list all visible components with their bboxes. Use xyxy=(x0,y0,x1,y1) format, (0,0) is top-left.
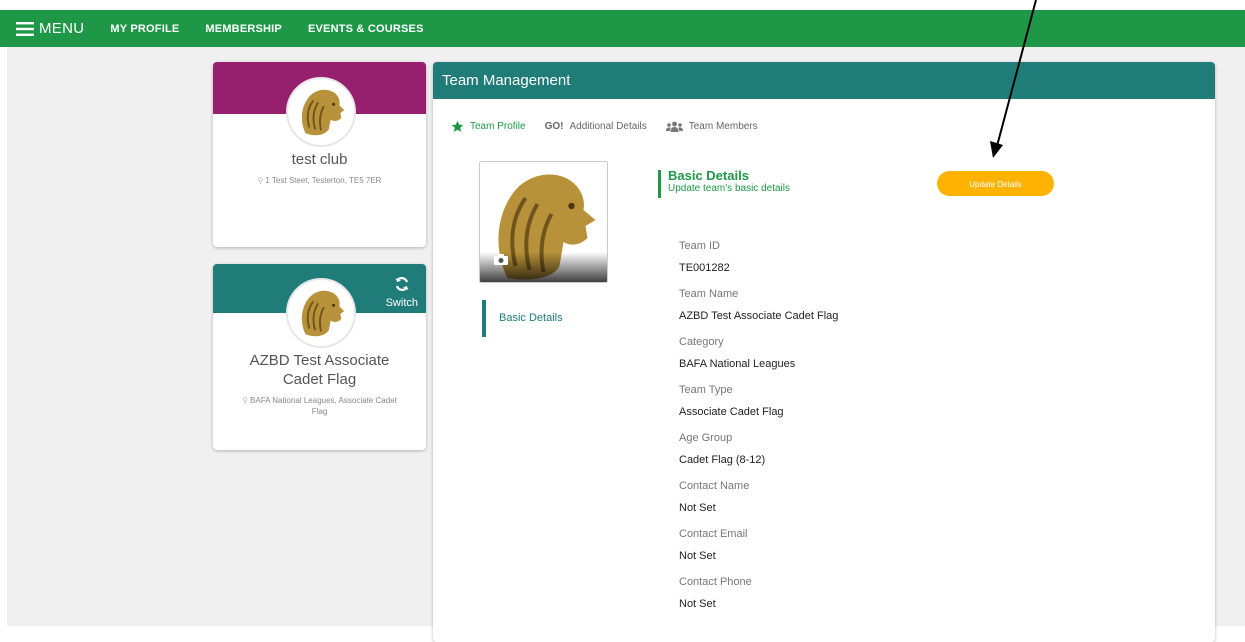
tab-team-members-label: Team Members xyxy=(688,121,758,132)
tab-team-members[interactable]: Team Members xyxy=(665,121,758,132)
top-nav-bar: MENU MY PROFILE MEMBERSHIP EVENTS & COUR… xyxy=(0,10,1245,47)
team-management-panel: Team Management Team Profile GO! Additio… xyxy=(433,62,1215,642)
field-label: Team ID xyxy=(679,240,720,252)
field-value: TE001282 xyxy=(679,262,730,274)
profile-tabs: Team Profile GO! Additional Details Team… xyxy=(451,120,777,133)
page-content: test club ⚲ 1 Test Steet, Testerton, TE5 … xyxy=(7,47,1245,642)
club-avatar xyxy=(286,77,356,147)
field-team-name: Team Name AZBD Test Associate Cadet Flag xyxy=(679,287,1079,335)
field-label: Contact Email xyxy=(679,528,748,540)
field-age-group: Age Group Cadet Flag (8-12) xyxy=(679,431,1079,479)
club-card: test club ⚲ 1 Test Steet, Testerton, TE5 … xyxy=(213,62,426,247)
tab-additional-details[interactable]: GO! Additional Details xyxy=(545,121,647,132)
field-value: Cadet Flag (8-12) xyxy=(679,454,766,466)
tab-team-profile[interactable]: Team Profile xyxy=(451,120,526,133)
field-contact-email: Contact Email Not Set xyxy=(679,527,1079,575)
field-contact-phone: Contact Phone Not Set xyxy=(679,575,1079,623)
field-label: Team Type xyxy=(679,384,733,396)
field-category: Category BAFA National Leagues xyxy=(679,335,1079,383)
section-subtitle: Update team's basic details xyxy=(668,183,790,194)
tab-team-profile-label: Team Profile xyxy=(470,121,526,132)
nav-link-my-profile[interactable]: MY PROFILE xyxy=(110,23,179,35)
details-list: Team ID TE001282 Team Name AZBD Test Ass… xyxy=(679,239,1079,623)
tab-additional-details-label: Additional Details xyxy=(569,121,647,132)
team-photo[interactable] xyxy=(479,161,608,283)
field-label: Age Group xyxy=(679,432,733,444)
lion-icon xyxy=(301,290,345,337)
field-team-id: Team ID TE001282 xyxy=(679,239,1079,287)
map-pin-icon: ⚲ xyxy=(242,396,249,405)
people-icon xyxy=(665,121,683,132)
menu-button[interactable]: MENU xyxy=(16,20,84,37)
field-value: AZBD Test Associate Cadet Flag xyxy=(679,310,839,322)
field-value: Associate Cadet Flag xyxy=(679,406,784,418)
update-details-button[interactable]: Update Details xyxy=(937,171,1054,196)
section-title: Basic Details xyxy=(668,168,749,183)
team-name: AZBD Test Associate Cadet Flag xyxy=(249,352,390,388)
star-icon xyxy=(451,120,464,132)
team-subtitle-text: BAFA National Leagues, Associate Cadet F… xyxy=(250,396,397,416)
field-value: Not Set xyxy=(679,598,716,610)
map-pin-icon: ⚲ xyxy=(257,176,264,185)
go-icon: GO! xyxy=(544,121,564,132)
nav-link-membership[interactable]: MEMBERSHIP xyxy=(205,23,282,35)
menu-label: MENU xyxy=(39,20,85,37)
field-label: Team Name xyxy=(679,288,739,300)
field-team-type: Team Type Associate Cadet Flag xyxy=(679,383,1079,431)
field-label: Category xyxy=(679,336,724,348)
hamburger-icon xyxy=(16,21,34,36)
field-label: Contact Phone xyxy=(679,576,752,588)
team-subtitle: ⚲ BAFA National Leagues, Associate Cadet … xyxy=(237,395,402,417)
camera-icon[interactable] xyxy=(494,254,508,265)
club-address-text: 1 Test Steet, Testerton, TE5 7ER xyxy=(265,176,382,185)
field-label: Contact Name xyxy=(679,480,750,492)
lion-icon xyxy=(301,89,345,136)
nav-link-events-courses[interactable]: EVENTS & COURSES xyxy=(308,23,424,35)
team-card: Switch AZBD Test Associate Cadet Flag ⚲ B… xyxy=(213,264,426,450)
field-value: Not Set xyxy=(679,502,716,514)
field-value: BAFA National Leagues xyxy=(679,358,796,370)
field-value: Not Set xyxy=(679,550,716,562)
team-avatar xyxy=(286,278,356,348)
side-nav-basic-details[interactable]: Basic Details xyxy=(482,300,563,337)
club-name: test club xyxy=(291,151,348,168)
field-contact-name: Contact Name Not Set xyxy=(679,479,1079,527)
basic-details-header: Basic Details Update team's basic detail… xyxy=(658,168,790,198)
panel-title: Team Management xyxy=(433,62,1215,99)
switch-label: Switch xyxy=(385,297,418,309)
switch-button[interactable]: Switch xyxy=(386,276,418,311)
club-address: ⚲ 1 Test Steet, Testerton, TE5 7ER xyxy=(223,175,416,186)
refresh-icon xyxy=(395,277,409,291)
